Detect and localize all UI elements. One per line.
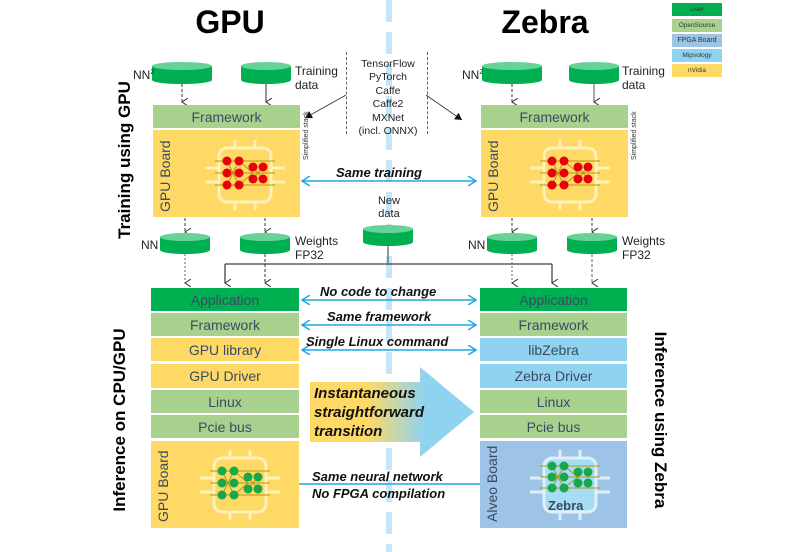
same-neural-network-label: Same neural network No FPGA compilation [312, 469, 446, 501]
neural-network-icon [530, 140, 610, 210]
alveo-board-label: Alveo Board [484, 445, 500, 522]
label-nn-top-right: NN2 [462, 68, 484, 82]
db-new-data [363, 225, 413, 246]
db-weights-out-right [567, 233, 617, 254]
db-nn-out-left [160, 233, 210, 254]
neural-network-icon [200, 450, 280, 520]
db-nn-top-right [482, 62, 542, 84]
pointer-to-right-framework [425, 94, 463, 121]
layer-libzebra-right: libZebra [480, 338, 627, 361]
chip-training-left [205, 140, 285, 215]
layer-framework-right: Framework [480, 313, 627, 336]
label-weights-out-right: Weights FP32 [622, 234, 666, 262]
layer-application-left: Application [151, 288, 299, 311]
same-framework-label: Same framework [327, 309, 432, 324]
label-training-data-left: Training data [295, 64, 338, 92]
db-nn-top-left [152, 62, 212, 84]
db-training-top-right [569, 62, 619, 84]
gpu-board-label-left: GPU Board [157, 140, 173, 212]
framework-training-left: Framework [153, 105, 300, 128]
layer-gpu-library-left: GPU library [151, 338, 299, 361]
no-code-label: No code to change [320, 284, 437, 299]
layer-pcie-right: Pcie bus [480, 415, 627, 438]
db-weights-out-left [240, 233, 290, 254]
layer-application-right: Application [480, 288, 627, 311]
neural-network-icon [205, 140, 285, 210]
simplified-stack-right: Simplified stack [631, 111, 638, 160]
layer-linux-left: Linux [151, 390, 299, 413]
new-data-label: New data [377, 195, 400, 220]
gpu-board-inference-label: GPU Board [155, 450, 171, 522]
transition-text: Instantaneous straightforward transition [314, 385, 425, 440]
db-nn-out-right [487, 233, 537, 254]
chip-training-right [530, 140, 610, 215]
single-linux-label: Single Linux command [306, 334, 449, 349]
gpu-board-label-right: GPU Board [485, 140, 501, 212]
pointer-to-left-framework [304, 94, 347, 119]
label-nn-out-right: NN [468, 238, 486, 252]
layer-framework-left: Framework [151, 313, 299, 336]
layer-linux-right: Linux [480, 390, 627, 413]
label-nn-top-left: NN2 [133, 68, 155, 82]
zebra-chip-label: Zebra [548, 498, 584, 513]
db-training-top-left [241, 62, 291, 84]
same-training-label: Same training [336, 165, 422, 180]
layer-zebra-driver-right: Zebra Driver [480, 364, 627, 388]
framework-training-right: Framework [481, 105, 628, 128]
label-weights-out-left: Weights FP32 [295, 234, 339, 262]
chip-inference-left [200, 450, 280, 525]
simplified-stack-left: Simplified stack [303, 111, 310, 160]
chip-zebra [530, 450, 610, 525]
label-training-data-right: Training data [622, 64, 665, 92]
label-nn-out-left: NN [141, 238, 159, 252]
layer-gpu-driver-left: GPU Driver [151, 364, 299, 388]
layer-pcie-left: Pcie bus [151, 415, 299, 438]
